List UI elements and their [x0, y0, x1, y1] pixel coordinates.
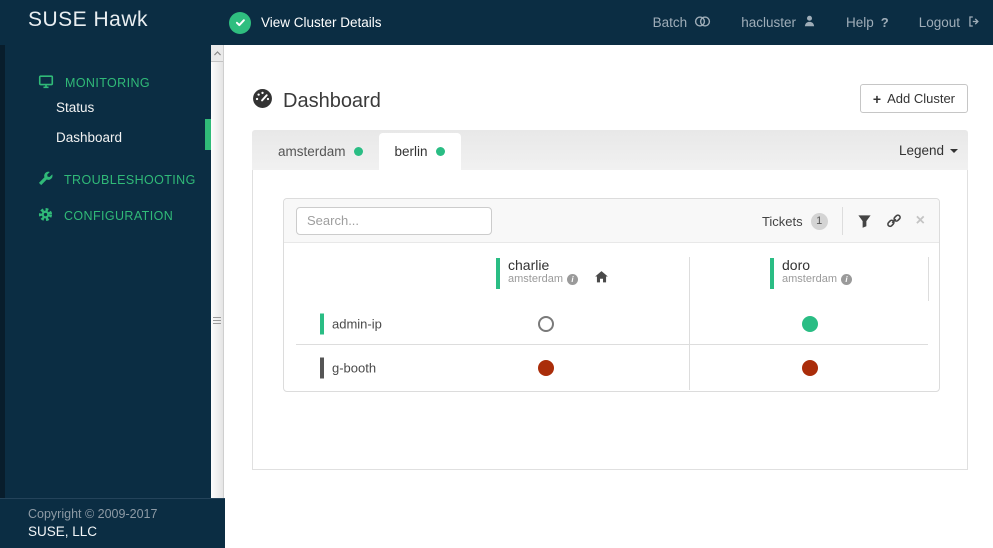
- resource-row-admin-ip: admin-ip: [284, 303, 939, 344]
- question-icon: ?: [880, 15, 889, 30]
- node-status-bar: [770, 258, 774, 289]
- toolbar-divider: [841, 207, 843, 235]
- add-cluster-button[interactable]: + Add Cluster: [859, 84, 968, 113]
- cluster-ok-check-icon: [229, 11, 251, 34]
- hawk-window: SUSE Hawk View Cluster Details Batch hac…: [0, 0, 993, 548]
- resource-name: g-booth: [332, 360, 377, 376]
- tab-amsterdam[interactable]: amsterdam: [262, 133, 379, 170]
- info-icon[interactable]: i: [841, 273, 853, 285]
- resource-row-g-booth: g-booth: [284, 345, 939, 391]
- copyright-text: Copyright © 2009-2017: [28, 507, 158, 521]
- sidebar-item-label: Dashboard: [56, 130, 123, 145]
- cluster-panel-body: Tickets 1 ×: [252, 170, 968, 470]
- tickets-indicator: Tickets 1: [761, 212, 828, 230]
- dashboard-table-panel: Tickets 1 ×: [283, 198, 940, 392]
- sidebar-section-troubleshooting[interactable]: TROUBLESHOOTING: [38, 171, 196, 189]
- filter-button[interactable]: [857, 214, 872, 229]
- node-name: doro: [782, 257, 811, 273]
- tickets-count-badge: 1: [810, 212, 828, 230]
- page-title: Dashboard: [283, 89, 381, 112]
- user-icon: [803, 14, 816, 31]
- sidebar-item-label: Status: [56, 100, 95, 115]
- remove-cluster-button[interactable]: ×: [916, 213, 925, 229]
- cluster-status-dot: [353, 147, 363, 156]
- help-label: Help: [845, 15, 874, 30]
- info-icon[interactable]: i: [567, 273, 579, 285]
- status-dot: [538, 315, 554, 332]
- filter-funnel-icon: [858, 214, 871, 228]
- main-content: Dashboard + Add Cluster amsterdam berlin…: [225, 45, 993, 548]
- home-node-indicator: [594, 270, 609, 289]
- monitor-icon: [38, 74, 54, 92]
- close-icon: ×: [915, 212, 925, 229]
- caret-down-icon: [950, 149, 958, 153]
- resource-status-bar: [320, 357, 324, 379]
- add-cluster-label: Add Cluster: [887, 91, 955, 106]
- search-input[interactable]: [296, 206, 492, 235]
- batch-label: Batch: [652, 15, 688, 30]
- cluster-status-dot: [435, 147, 445, 156]
- resource-status-table: charlie amsterdam i doro amsterdam i adm…: [284, 243, 939, 391]
- batch-toggle-icon: [694, 15, 711, 31]
- sidebar-section-monitoring[interactable]: MONITORING: [38, 74, 150, 92]
- company-text: SUSE, LLC: [28, 524, 98, 539]
- sidebar-section-label: CONFIGURATION: [64, 209, 174, 223]
- username-label: hacluster: [741, 15, 796, 30]
- sidebar-item-dashboard[interactable]: Dashboard: [56, 130, 122, 145]
- dashboard-gauge-icon: [252, 88, 273, 114]
- batch-menu-item[interactable]: Batch: [653, 15, 712, 31]
- sidebar-splitter[interactable]: [211, 45, 224, 498]
- sidebar-nav: MONITORING Status Dashboard TROUBLESHOOT…: [0, 45, 211, 498]
- scroll-up-button[interactable]: [211, 45, 223, 62]
- top-navbar: SUSE Hawk View Cluster Details Batch hac…: [0, 0, 993, 45]
- sidebar-section-label: MONITORING: [65, 76, 151, 90]
- tab-berlin[interactable]: berlin: [378, 133, 461, 170]
- sidebar-section-configuration[interactable]: CONFIGURATION: [38, 207, 173, 225]
- node-status-bar: [496, 258, 500, 289]
- plus-icon: +: [872, 90, 882, 107]
- navbar-right-menu: Batch hacluster Help ? Logout: [653, 0, 981, 45]
- legend-label: Legend: [898, 142, 944, 158]
- splitter-grip-handle[interactable]: [213, 315, 221, 326]
- column-divider: [928, 257, 929, 301]
- chain-link-icon: [886, 214, 901, 228]
- status-dot: [538, 360, 554, 376]
- window-edge: [0, 45, 5, 548]
- sign-out-icon: [967, 15, 981, 31]
- sidebar-item-status[interactable]: Status: [56, 100, 94, 115]
- help-menu-item[interactable]: Help ?: [846, 15, 889, 30]
- clusters-card: amsterdam berlin Legend Search... Ticket…: [252, 130, 968, 470]
- sidebar-footer: Copyright © 2009-2017 SUSE, LLC: [0, 498, 225, 548]
- cluster-tab-bar: amsterdam berlin Legend: [252, 130, 968, 170]
- node-cluster-label: amsterdam: [508, 273, 564, 285]
- sidebar-section-label: TROUBLESHOOTING: [64, 173, 196, 187]
- node-header-charlie: charlie amsterdam i: [496, 257, 609, 289]
- node-cluster-label: amsterdam: [782, 273, 838, 285]
- chevron-up-icon: [213, 50, 221, 55]
- gear-icon: [38, 207, 53, 225]
- brand-logo: SUSE Hawk: [28, 8, 149, 31]
- home-icon: [595, 271, 608, 283]
- legend-dropdown[interactable]: Legend: [899, 130, 958, 170]
- tab-label: amsterdam: [278, 144, 346, 159]
- page-header: Dashboard: [252, 88, 381, 114]
- view-cluster-details-link[interactable]: View Cluster Details: [229, 0, 382, 45]
- node-name: charlie: [508, 257, 550, 273]
- node-header-doro: doro amsterdam i: [770, 257, 853, 289]
- status-dot: [802, 315, 818, 332]
- tab-label: berlin: [394, 144, 428, 159]
- toolbar-actions: Tickets 1 ×: [762, 199, 925, 243]
- tickets-label: Tickets: [761, 213, 803, 229]
- link-button[interactable]: [886, 213, 902, 229]
- logout-menu-item[interactable]: Logout: [919, 15, 981, 31]
- resource-status-bar: [320, 313, 324, 334]
- view-cluster-details-label: View Cluster Details: [261, 15, 382, 30]
- logout-label: Logout: [918, 15, 960, 30]
- wrench-icon: [38, 171, 53, 189]
- status-dot: [802, 360, 818, 376]
- panel-toolbar: Tickets 1 ×: [284, 199, 939, 243]
- resource-name: admin-ip: [332, 316, 382, 331]
- user-menu-item[interactable]: hacluster: [741, 14, 816, 31]
